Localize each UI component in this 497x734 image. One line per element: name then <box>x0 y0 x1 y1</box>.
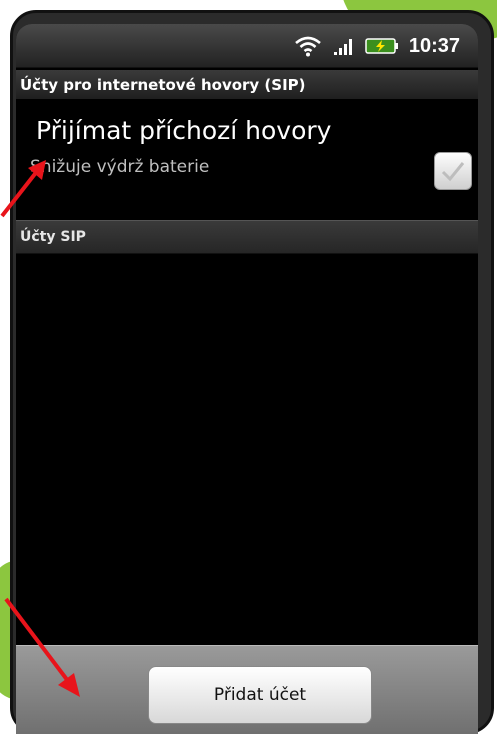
status-bar: 10:37 <box>16 24 478 68</box>
status-icons: 10:37 <box>293 32 460 60</box>
battery-charging-icon <box>365 37 399 55</box>
sip-accounts-header: Účty SIP <box>16 220 478 254</box>
check-icon <box>441 162 465 182</box>
receive-calls-checkbox[interactable] <box>434 152 472 190</box>
signal-icon <box>333 36 355 56</box>
receive-calls-preference[interactable]: Přijímat příchozí hovory Snižuje výdrž b… <box>16 100 478 200</box>
status-clock: 10:37 <box>408 34 460 57</box>
title-bar: Účty pro internetové hovory (SIP) <box>16 70 478 100</box>
phone-screen: 10:37 Účty pro internetové hovory (SIP) … <box>16 24 478 734</box>
receive-calls-summary: Snižuje výdrž baterie <box>30 157 210 177</box>
add-account-button[interactable]: Přidat účet <box>148 666 372 724</box>
bottom-bar: Přidat účet <box>16 645 478 734</box>
wifi-icon <box>293 35 323 57</box>
stage: 10:37 Účty pro internetové hovory (SIP) … <box>0 0 497 734</box>
receive-calls-title: Přijímat příchozí hovory <box>36 116 332 145</box>
sip-accounts-header-label: Účty SIP <box>20 229 86 245</box>
page-title: Účty pro internetové hovory (SIP) <box>20 75 306 94</box>
